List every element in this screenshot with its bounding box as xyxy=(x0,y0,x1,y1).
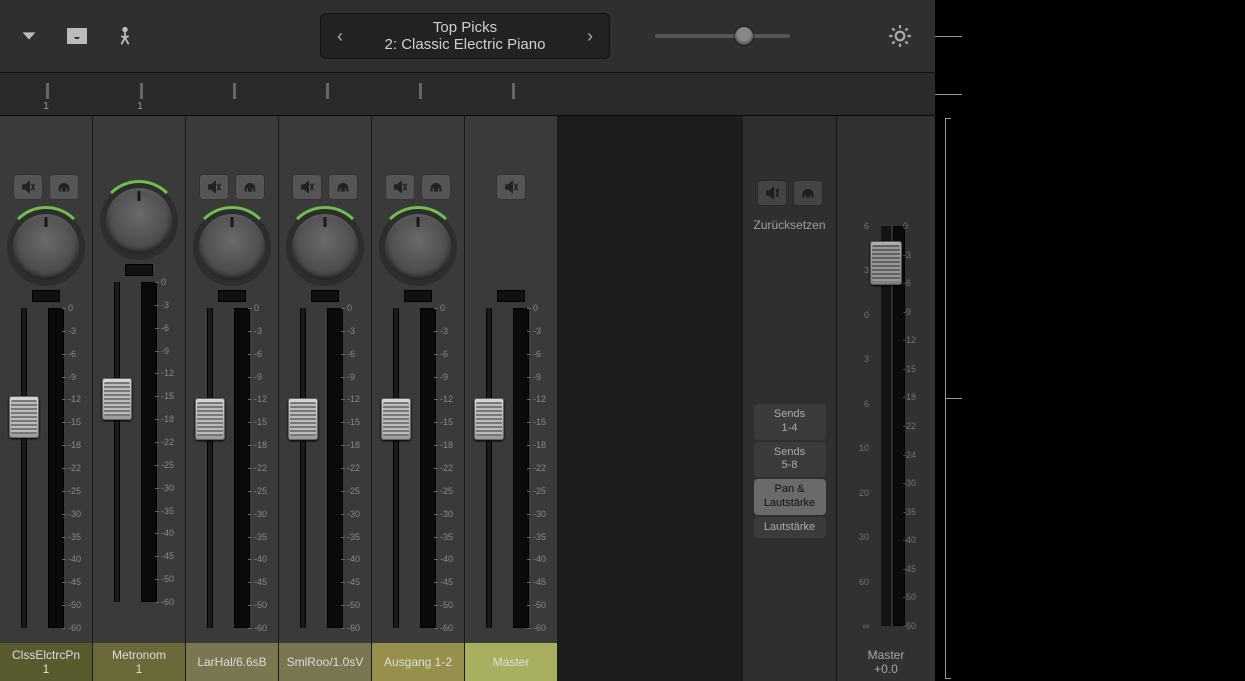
master-scale-right: 0-3-6-9-12-15-18-22-24-30-35-40-45-50-60 xyxy=(903,226,931,626)
db-scale: 0-3-6-9-12-15-18-22-25-30-35-40-45-50-60 xyxy=(252,308,276,628)
menu-down-icon[interactable] xyxy=(15,22,43,50)
peak-indicator xyxy=(404,290,432,302)
strip-label[interactable]: Metronom1 xyxy=(93,643,185,681)
peak-indicator xyxy=(497,290,525,302)
fader-mode-button[interactable]: Sends5-8 xyxy=(754,442,826,478)
fader-cap[interactable] xyxy=(381,398,411,440)
channel-strip: 0-3-6-9-12-15-18-22-25-30-35-40-45-50-60… xyxy=(372,116,465,681)
right-block: Zurücksetzen Sends1-4Sends5-8Pan &Lautst… xyxy=(743,116,935,681)
fader-cap[interactable] xyxy=(195,398,225,440)
callout-line xyxy=(935,36,962,37)
mute-icon[interactable] xyxy=(757,180,787,206)
mute-icon[interactable] xyxy=(292,174,322,200)
fader-track[interactable] xyxy=(114,282,120,602)
lcd-line1: Top Picks xyxy=(350,19,580,36)
master-label: Master +0.0 xyxy=(837,643,935,681)
marker-strip[interactable]: 11 xyxy=(0,72,935,116)
fader-track[interactable] xyxy=(300,308,306,628)
marker-tick xyxy=(140,83,143,99)
master-fader-cap[interactable] xyxy=(870,241,902,285)
pan-knob[interactable] xyxy=(385,214,451,280)
fader-cap[interactable] xyxy=(288,398,318,440)
peak-indicator xyxy=(125,264,153,276)
headphones-icon[interactable] xyxy=(49,174,79,200)
db-scale: 0-3-6-9-12-15-18-22-25-30-35-40-45-50-60 xyxy=(531,308,555,628)
headphones-icon[interactable] xyxy=(793,180,823,206)
inbox-icon[interactable] xyxy=(63,22,91,50)
mixer-area: 0-3-6-9-12-15-18-22-25-30-35-40-45-50-60… xyxy=(0,116,935,681)
marker-tick xyxy=(46,83,49,99)
channel-strip: 0-3-6-9-12-15-18-22-25-30-35-40-45-50-60… xyxy=(0,116,93,681)
marker-tick xyxy=(326,83,329,99)
fader-track[interactable] xyxy=(393,308,399,628)
marker-tick xyxy=(233,83,236,99)
fader-mode-button[interactable]: Pan &Lautstärke xyxy=(754,479,826,515)
strip-label[interactable]: SmlRoo/1.0sV xyxy=(279,643,371,681)
mute-icon[interactable] xyxy=(199,174,229,200)
db-scale: 0-3-6-9-12-15-18-22-25-30-35-40-45-50-60 xyxy=(159,282,183,602)
chevron-right-icon[interactable]: › xyxy=(580,26,600,47)
toolbar: ‹ Top Picks 2: Classic Electric Piano › xyxy=(0,0,935,72)
fader-mode-button[interactable]: Sends1-4 xyxy=(754,404,826,440)
master-strip: 6303610203060∞ 0-3-6-9-12-15-18-22-24-30… xyxy=(837,116,935,681)
peak-indicator xyxy=(32,290,60,302)
pan-knob[interactable] xyxy=(13,214,79,280)
fader-track[interactable] xyxy=(207,308,213,628)
headphones-icon[interactable] xyxy=(235,174,265,200)
callout-bracket-top xyxy=(945,118,951,119)
master-scale-left: 6303610203060∞ xyxy=(841,226,869,626)
channel-strip: 0-3-6-9-12-15-18-22-25-30-35-40-45-50-60… xyxy=(93,116,186,681)
control-strip: Zurücksetzen Sends1-4Sends5-8Pan &Lautst… xyxy=(743,116,837,681)
marker-label: 1 xyxy=(43,101,49,112)
fader-cap[interactable] xyxy=(9,396,39,438)
mixer-empty-area xyxy=(558,116,743,681)
pan-knob[interactable] xyxy=(199,214,265,280)
marker-label: 1 xyxy=(137,101,143,112)
master-value: +0.0 xyxy=(874,662,898,676)
reset-button[interactable]: Zurücksetzen xyxy=(753,218,825,232)
db-scale: 0-3-6-9-12-15-18-22-25-30-35-40-45-50-60 xyxy=(438,308,462,628)
master-volume-slider[interactable] xyxy=(655,27,790,45)
callout-bracket-bot xyxy=(945,678,951,679)
strip-label[interactable]: ClssElctrcPn1 xyxy=(0,643,92,681)
channel-strip: 0-3-6-9-12-15-18-22-25-30-35-40-45-50-60… xyxy=(465,116,558,681)
callout-line xyxy=(935,94,962,95)
lcd-text: Top Picks 2: Classic Electric Piano xyxy=(350,19,580,53)
db-scale: 0-3-6-9-12-15-18-22-25-30-35-40-45-50-60 xyxy=(345,308,369,628)
lcd-display: ‹ Top Picks 2: Classic Electric Piano › xyxy=(320,13,610,59)
fader-track[interactable] xyxy=(21,308,27,628)
pan-knob[interactable] xyxy=(292,214,358,280)
peak-indicator xyxy=(311,290,339,302)
strip-label[interactable]: LarHal/6.6sB xyxy=(186,643,278,681)
mute-icon[interactable] xyxy=(496,174,526,200)
mute-icon[interactable] xyxy=(13,174,43,200)
fader-mode-button[interactable]: Lautstärke xyxy=(754,517,826,539)
callout-line xyxy=(945,398,962,399)
headphones-icon[interactable] xyxy=(421,174,451,200)
fader-cap[interactable] xyxy=(474,398,504,440)
master-name: Master xyxy=(868,648,905,662)
master-fader-track[interactable] xyxy=(881,226,891,626)
chevron-left-icon[interactable]: ‹ xyxy=(330,26,350,47)
channel-strip: 0-3-6-9-12-15-18-22-25-30-35-40-45-50-60… xyxy=(279,116,372,681)
fader-cap[interactable] xyxy=(102,378,132,420)
strip-label[interactable]: Master xyxy=(465,643,557,681)
db-scale: 0-3-6-9-12-15-18-22-25-30-35-40-45-50-60 xyxy=(66,308,90,628)
strip-label[interactable]: Ausgang 1-2 xyxy=(372,643,464,681)
marker-tick xyxy=(512,83,515,99)
mixer-window: ‹ Top Picks 2: Classic Electric Piano › … xyxy=(0,0,935,681)
fader-track[interactable] xyxy=(486,308,492,628)
performer-icon[interactable] xyxy=(111,22,139,50)
mute-icon[interactable] xyxy=(385,174,415,200)
headphones-icon[interactable] xyxy=(328,174,358,200)
gear-icon[interactable] xyxy=(885,21,915,51)
pan-knob[interactable] xyxy=(106,188,172,254)
peak-indicator xyxy=(218,290,246,302)
channel-strip: 0-3-6-9-12-15-18-22-25-30-35-40-45-50-60… xyxy=(186,116,279,681)
marker-tick xyxy=(419,83,422,99)
lcd-line2: 2: Classic Electric Piano xyxy=(350,36,580,53)
